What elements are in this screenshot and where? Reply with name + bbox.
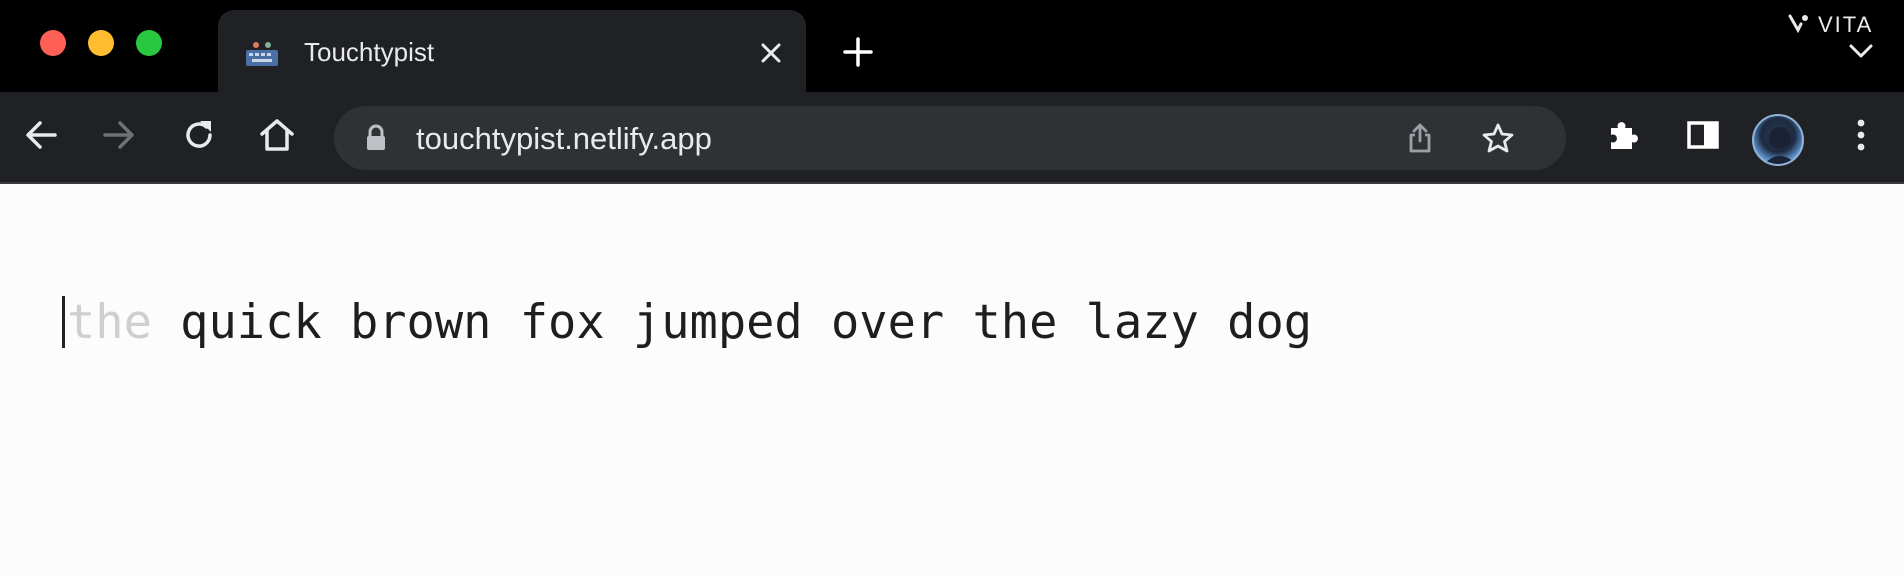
typed-text: the	[67, 294, 152, 350]
back-button[interactable]	[18, 114, 64, 160]
chevron-down-icon	[1848, 43, 1874, 64]
vita-brand: VITA	[1788, 12, 1873, 38]
tab-touchtypist[interactable]: Touchtypist	[218, 10, 806, 92]
side-panel-icon	[1686, 120, 1720, 155]
extensions-button[interactable]	[1600, 114, 1646, 160]
keyboard-favicon-icon	[244, 40, 280, 68]
forward-button[interactable]	[96, 114, 142, 160]
brand-text: VITA	[1818, 12, 1874, 37]
window-close-button[interactable]	[40, 30, 66, 56]
window-maximize-button[interactable]	[136, 30, 162, 56]
puzzle-icon	[1605, 117, 1641, 158]
reload-icon	[181, 117, 217, 158]
title-bar: Touchtypist VITA	[0, 0, 1904, 92]
tab-search-button[interactable]	[1846, 42, 1876, 64]
kebab-menu-icon	[1856, 117, 1866, 158]
arrow-left-icon	[24, 119, 58, 156]
close-icon[interactable]	[754, 36, 788, 70]
new-tab-button[interactable]	[838, 34, 878, 74]
lock-icon[interactable]	[364, 124, 388, 152]
reload-button[interactable]	[176, 114, 222, 160]
typing-prompt[interactable]: the quick brown fox jumped over the lazy…	[62, 294, 1312, 350]
tab-title: Touchtypist	[304, 37, 435, 67]
address-bar[interactable]: touchtypist.netlify.app	[334, 106, 1566, 170]
text-caret	[62, 296, 65, 348]
arrow-right-icon	[102, 119, 136, 156]
url-text[interactable]: touchtypist.netlify.app	[416, 121, 712, 157]
star-icon[interactable]	[1476, 116, 1520, 160]
browser-toolbar: touchtypist.netlify.app	[0, 92, 1904, 184]
share-icon[interactable]	[1398, 116, 1442, 160]
remaining-text: quick brown fox jumped over the lazy dog	[151, 294, 1313, 350]
home-button[interactable]	[254, 114, 300, 160]
browser-menu-button[interactable]	[1838, 114, 1884, 160]
avatar[interactable]	[1752, 114, 1804, 166]
side-panel-button[interactable]	[1680, 114, 1726, 160]
plus-icon	[843, 36, 873, 72]
home-icon	[258, 117, 296, 158]
page-content: the quick brown fox jumped over the lazy…	[0, 186, 1904, 576]
window-minimize-button[interactable]	[88, 30, 114, 56]
vita-logo-icon	[1788, 13, 1812, 38]
